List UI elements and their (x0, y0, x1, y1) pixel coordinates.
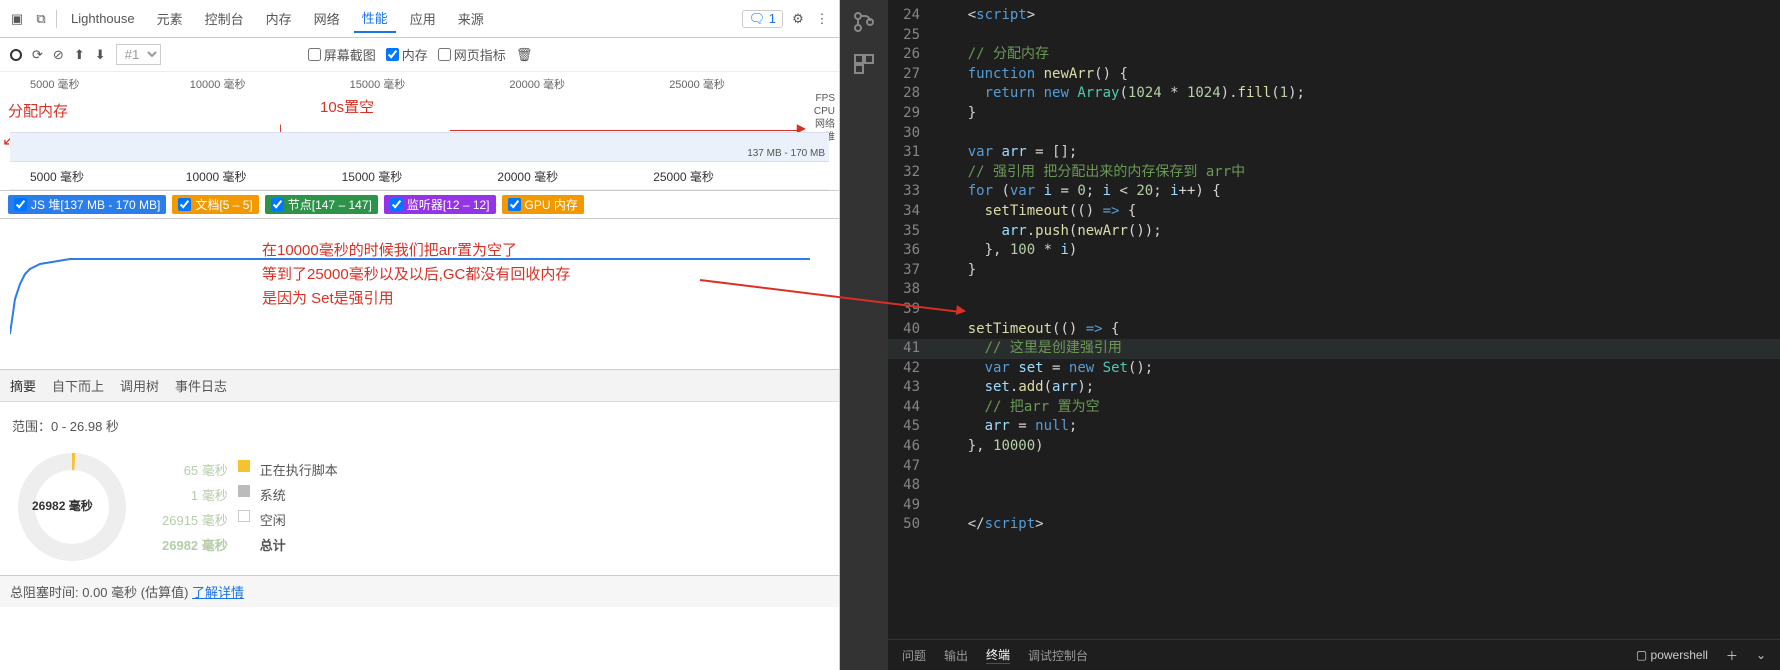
panel-terminal[interactable]: 终端 (986, 646, 1010, 664)
code-line[interactable]: 50 </script> (888, 515, 1780, 535)
code-line[interactable]: 26 // 分配内存 (888, 45, 1780, 65)
code-line[interactable]: 41 // 这里是创建强引用 (888, 339, 1780, 359)
tab-sources[interactable]: 来源 (450, 5, 492, 32)
code-line[interactable]: 28 return new Array(1024 * 1024).fill(1)… (888, 84, 1780, 104)
tick: 15000 毫秒 (342, 168, 498, 185)
tick: 25000 毫秒 (669, 76, 829, 92)
code-line[interactable]: 49 (888, 496, 1780, 516)
source-control-icon[interactable] (852, 10, 876, 34)
code-editor[interactable]: 24 <script>25 26 // 分配内存27 function newA… (888, 0, 1780, 639)
code-line[interactable]: 27 function newArr() { (888, 65, 1780, 85)
summary-legend: 65 毫秒正在执行脚本 1 毫秒系统 26915 毫秒空闲 26982 毫秒总计 (162, 460, 338, 554)
annot-10s: 10s置空 (320, 96, 374, 117)
cb-nodes[interactable]: 节点[147 – 147] (265, 195, 378, 214)
learn-more-link[interactable]: 了解详情 (192, 585, 244, 600)
inspect-icon[interactable]: ▣ (8, 10, 26, 28)
code-line[interactable]: 31 var arr = []; (888, 143, 1780, 163)
donut-center-label: 26982 毫秒 (32, 497, 93, 514)
code-line[interactable]: 30 (888, 124, 1780, 144)
mem-range-label: 137 MB - 170 MB (747, 148, 825, 159)
range-label: 范围：0 - 26.98 秒 (12, 410, 827, 447)
code-line[interactable]: 37 } (888, 261, 1780, 281)
tab-lighthouse[interactable]: Lighthouse (63, 7, 143, 30)
tab-performance[interactable]: 性能 (354, 4, 396, 33)
overview-timeline[interactable]: 5000 毫秒 10000 毫秒 15000 毫秒 20000 毫秒 25000… (0, 72, 839, 191)
net-label: 网络 (814, 118, 835, 131)
tab-bottom-up[interactable]: 自下而上 (52, 376, 104, 395)
add-terminal-icon[interactable]: ＋ (1726, 647, 1738, 664)
tick: 20000 毫秒 (509, 76, 669, 92)
code-line[interactable]: 25 (888, 26, 1780, 46)
terminal-shell-label[interactable]: ▢ powershell (1636, 648, 1708, 662)
code-line[interactable]: 40 setTimeout(() => { (888, 320, 1780, 340)
issues-badge[interactable]: 🗨 1 (742, 10, 783, 28)
tab-network[interactable]: 网络 (306, 5, 348, 32)
tick: 10000 毫秒 (186, 168, 342, 185)
tab-event-log[interactable]: 事件日志 (175, 376, 227, 395)
tick: 10000 毫秒 (190, 76, 350, 92)
memory-chart[interactable]: 在10000毫秒的时候我们把arr置为空了 等到了25000毫秒以及以后,GC都… (0, 219, 839, 369)
reload-button[interactable]: ⟳ (32, 47, 43, 63)
code-line[interactable]: 47 (888, 457, 1780, 477)
memory-checkbox[interactable]: 内存 (386, 45, 428, 64)
more-icon[interactable]: ⋮ (813, 10, 831, 28)
screenshot-checkbox[interactable]: 屏幕截图 (308, 45, 376, 64)
cpu-label: CPU (814, 105, 835, 118)
heap-mini-chart: 137 MB - 170 MB (10, 132, 829, 162)
tab-call-tree[interactable]: 调用树 (120, 376, 159, 395)
code-line[interactable]: 45 arr = null; (888, 417, 1780, 437)
code-line[interactable]: 29 } (888, 104, 1780, 124)
code-line[interactable]: 44 // 把arr 置为空 (888, 398, 1780, 418)
settings-icon[interactable]: ⚙ (789, 10, 807, 28)
web-vitals-checkbox[interactable]: 网页指标 (438, 45, 506, 64)
code-line[interactable]: 42 var set = new Set(); (888, 359, 1780, 379)
extensions-icon[interactable] (852, 52, 876, 76)
terminal-dropdown-icon[interactable]: ⌄ (1756, 648, 1766, 662)
profile-select[interactable]: #1 (116, 44, 161, 65)
tick: 20000 毫秒 (497, 168, 653, 185)
code-line[interactable]: 34 setTimeout(() => { (888, 202, 1780, 222)
tab-console[interactable]: 控制台 (197, 5, 252, 32)
tab-application[interactable]: 应用 (402, 5, 444, 32)
cb-js-heap[interactable]: JS 堆[137 MB - 170 MB] (8, 195, 166, 214)
save-button[interactable]: ⬇ (95, 47, 106, 63)
load-button[interactable]: ⬆ (74, 47, 85, 63)
tab-elements[interactable]: 元素 (149, 5, 191, 32)
tbt-label: 总阻塞时间: 0.00 毫秒 (估算值) (10, 585, 192, 600)
code-line[interactable]: 33 for (var i = 0; i < 20; i++) { (888, 182, 1780, 202)
code-line[interactable]: 46 }, 10000) (888, 437, 1780, 457)
tab-memory[interactable]: 内存 (258, 5, 300, 32)
code-line[interactable]: 35 arr.push(newArr()); (888, 222, 1780, 242)
tick: 25000 毫秒 (653, 168, 809, 185)
code-line[interactable]: 24 <script> (888, 6, 1780, 26)
code-line[interactable]: 36 }, 100 * i) (888, 241, 1780, 261)
tick: 15000 毫秒 (350, 76, 510, 92)
trash-icon[interactable]: 🗑 (516, 47, 533, 63)
clear-button[interactable]: ⊘ (53, 47, 64, 63)
cb-gpu[interactable]: GPU 内存 (502, 195, 584, 214)
tick: 5000 毫秒 (30, 168, 186, 185)
arrow-right-icon (450, 130, 800, 131)
code-line[interactable]: 43 set.add(arr); (888, 378, 1780, 398)
record-button[interactable] (10, 49, 22, 61)
code-line[interactable]: 48 (888, 476, 1780, 496)
code-line[interactable]: 38 (888, 280, 1780, 300)
annot-alloc: 分配内存 (8, 100, 68, 121)
main-annotation: 在10000毫秒的时候我们把arr置为空了 等到了25000毫秒以及以后,GC都… (262, 239, 570, 311)
panel-output[interactable]: 输出 (944, 647, 968, 664)
device-toggle-icon[interactable]: ⧉ (32, 10, 50, 28)
fps-label: FPS (814, 92, 835, 105)
summary-donut: 26982 毫秒 (12, 447, 132, 567)
cb-listeners[interactable]: 监听器[12 – 12] (384, 195, 496, 214)
code-line[interactable]: 39 (888, 300, 1780, 320)
code-line[interactable]: 32 // 强引用 把分配出来的内存保存到 arr中 (888, 163, 1780, 183)
cb-docs[interactable]: 文档[5 – 5] (172, 195, 258, 214)
tick: 5000 毫秒 (30, 76, 190, 92)
panel-problems[interactable]: 问题 (902, 647, 926, 664)
tab-summary[interactable]: 摘要 (10, 376, 36, 395)
panel-debug-console[interactable]: 调试控制台 (1028, 647, 1088, 664)
